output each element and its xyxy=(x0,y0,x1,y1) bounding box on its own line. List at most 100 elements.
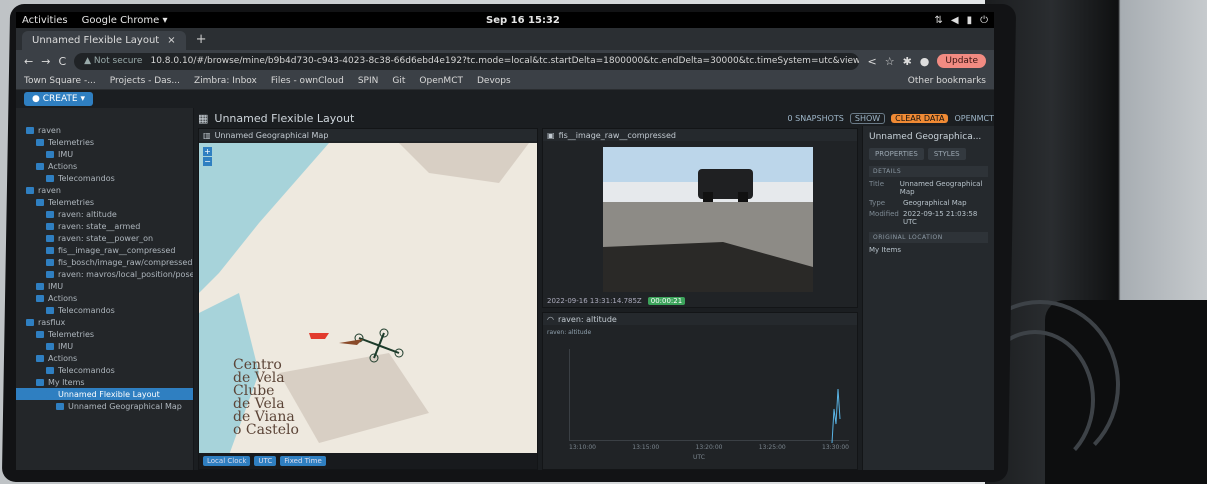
folder-icon xyxy=(46,246,54,254)
boat-marker xyxy=(339,339,363,345)
reload-icon[interactable]: C xyxy=(58,55,66,68)
plot-x-ticks: 13:10:00 13:15:00 13:20:00 13:25:00 13:3… xyxy=(569,444,849,451)
system-tray[interactable]: ⇅ ◀ ▮ ⏻ xyxy=(934,15,988,26)
address-bar[interactable]: ▲ Not secure 10.8.0.10/#/browse/mine/b9b… xyxy=(74,52,860,70)
bookmark-owncloud[interactable]: Files - ownCloud xyxy=(271,76,344,86)
tree-item-label: Telemetries xyxy=(48,329,95,339)
tree-item[interactable]: Telemetries xyxy=(16,136,193,148)
camera-image[interactable] xyxy=(603,147,813,292)
tree-item-label: raven: mavros/local_position/pose xyxy=(58,269,193,279)
tree-item-label: raven xyxy=(38,185,61,195)
bookmark-zimbra[interactable]: Zimbra: Inbox xyxy=(194,76,257,86)
inspector-tabs: PROPERTIES STYLES xyxy=(869,148,988,160)
tree-item[interactable]: Actions xyxy=(16,292,193,304)
share-icon[interactable]: < xyxy=(867,55,876,68)
battery-icon: ▮ xyxy=(966,14,973,26)
details-heading: DETAILS xyxy=(869,166,988,177)
tree-item[interactable]: fis_bosch/image_raw/compressed xyxy=(16,256,193,268)
tree-item[interactable]: Actions xyxy=(16,352,193,364)
tree-item[interactable]: My Items xyxy=(16,376,193,388)
volume-icon: ◀ xyxy=(950,14,959,26)
map-pane-title: ▥ Unnamed Geographical Map xyxy=(199,129,537,141)
bookmark-openmct[interactable]: OpenMCT xyxy=(419,76,463,86)
tree-item[interactable]: fis__image_raw__compressed xyxy=(16,244,193,256)
zoom-out-button[interactable]: − xyxy=(203,157,212,166)
show-button[interactable]: SHOW xyxy=(849,112,886,124)
tree-item-label: fis_bosch/image_raw/compressed xyxy=(58,257,193,267)
tree-item[interactable]: raven: mavros/local_position/pose xyxy=(16,268,193,280)
extension-icon[interactable]: ✱ xyxy=(903,55,912,68)
chrome-app-menu[interactable]: Google Chrome ▾ xyxy=(82,15,168,26)
object-tree: raven Telemetries IMU Actions Telecomandos ra… xyxy=(16,108,194,470)
tree-item[interactable]: raven: state__armed xyxy=(16,220,193,232)
layout-header: ▦ Unnamed Flexible Layout 0 SNAPSHOTS SH… xyxy=(198,110,994,126)
create-button[interactable]: ● CREATE ▾ xyxy=(24,92,93,106)
bookmark-town-square[interactable]: Town Square -... xyxy=(24,76,96,86)
snapshots-label: 0 SNAPSHOTS xyxy=(787,113,844,123)
folder-icon xyxy=(26,126,34,134)
new-tab-button[interactable]: + xyxy=(190,32,213,50)
tree-item[interactable]: raven xyxy=(16,124,193,136)
mode-selector[interactable]: Fixed Time xyxy=(280,456,326,466)
bookmark-projects[interactable]: Projects - Das... xyxy=(110,76,180,86)
x-tick: 13:30:00 xyxy=(822,444,849,451)
forward-icon[interactable]: → xyxy=(41,55,50,68)
tree-item[interactable]: raven xyxy=(16,184,193,196)
bookmark-devops[interactable]: Devops xyxy=(477,76,511,86)
star-icon[interactable]: ☆ xyxy=(885,55,895,68)
clock[interactable]: Sep 16 15:32 xyxy=(486,15,560,26)
folder-icon xyxy=(36,162,44,170)
image-age-badge: 00:00:21 xyxy=(647,297,686,305)
location-link[interactable]: My Items xyxy=(869,246,988,254)
tree-item-label: fis__image_raw__compressed xyxy=(58,245,176,255)
tree-item[interactable]: IMU xyxy=(16,148,193,160)
zoom-in-button[interactable]: + xyxy=(203,147,212,156)
tree-item[interactable]: rasflux xyxy=(16,316,193,328)
laptop-screen: Activities Google Chrome ▾ Sep 16 15:32 … xyxy=(16,12,994,470)
folder-icon xyxy=(36,354,44,362)
tree-item-label: Telecomandos xyxy=(58,305,115,315)
tree-item[interactable]: raven: altitude xyxy=(16,208,193,220)
tab-styles[interactable]: STYLES xyxy=(927,148,966,160)
tree-item[interactable]: Telecomandos xyxy=(16,304,193,316)
folder-icon xyxy=(26,186,34,194)
activities-button[interactable]: Activities xyxy=(22,15,68,26)
tree-item[interactable]: Telecomandos xyxy=(16,364,193,376)
profile-icon[interactable]: ● xyxy=(920,55,930,68)
tree-item-label: raven: state__power_on xyxy=(58,233,154,243)
x-tick: 13:15:00 xyxy=(632,444,660,451)
not-secure-label: ▲ Not secure xyxy=(84,56,143,66)
tab-properties[interactable]: PROPERTIES xyxy=(869,148,924,160)
inspector-panel: Unnamed Geographica... PROPERTIES STYLES… xyxy=(862,126,994,470)
folder-icon xyxy=(46,234,54,242)
tree-item[interactable]: Telemetries xyxy=(16,196,193,208)
tree-item[interactable]: Unnamed Flexible Layout xyxy=(16,388,193,400)
tab-title: Unnamed Flexible Layout xyxy=(32,35,160,46)
layout-icon: ▦ xyxy=(198,111,209,125)
timesystem-selector[interactable]: UTC xyxy=(254,456,277,466)
folder-icon xyxy=(36,294,44,302)
close-icon[interactable]: × xyxy=(167,35,175,46)
clock-selector[interactable]: Local Clock xyxy=(203,456,251,466)
geo-map[interactable]: + − Centro de Vela Clube de Vela de Vian… xyxy=(199,143,537,453)
other-bookmarks[interactable]: Other bookmarks xyxy=(908,76,986,86)
tree-item[interactable]: IMU xyxy=(16,340,193,352)
tree-item[interactable]: Telemetries xyxy=(16,328,193,340)
tree-item[interactable]: Actions xyxy=(16,160,193,172)
bookmark-git[interactable]: Git xyxy=(392,76,405,86)
tree-item[interactable]: raven: state__power_on xyxy=(16,232,193,244)
network-icon: ⇅ xyxy=(934,14,943,26)
tree-item[interactable]: Unnamed Geographical Map xyxy=(16,400,193,412)
plot-area[interactable] xyxy=(569,349,849,443)
tree-item[interactable]: Telecomandos xyxy=(16,172,193,184)
update-button[interactable]: Update xyxy=(937,54,986,68)
folder-icon xyxy=(36,138,44,146)
back-icon[interactable]: ← xyxy=(24,55,33,68)
bookmark-spin[interactable]: SPIN xyxy=(358,76,379,86)
inspector-row: Title Unnamed Geographical Map xyxy=(869,180,983,196)
tree-item[interactable]: IMU xyxy=(16,280,193,292)
clear-data-button[interactable]: CLEAR DATA xyxy=(891,113,949,123)
folder-icon xyxy=(26,318,34,326)
browser-tab[interactable]: Unnamed Flexible Layout × xyxy=(22,31,186,50)
folder-icon xyxy=(46,210,54,218)
